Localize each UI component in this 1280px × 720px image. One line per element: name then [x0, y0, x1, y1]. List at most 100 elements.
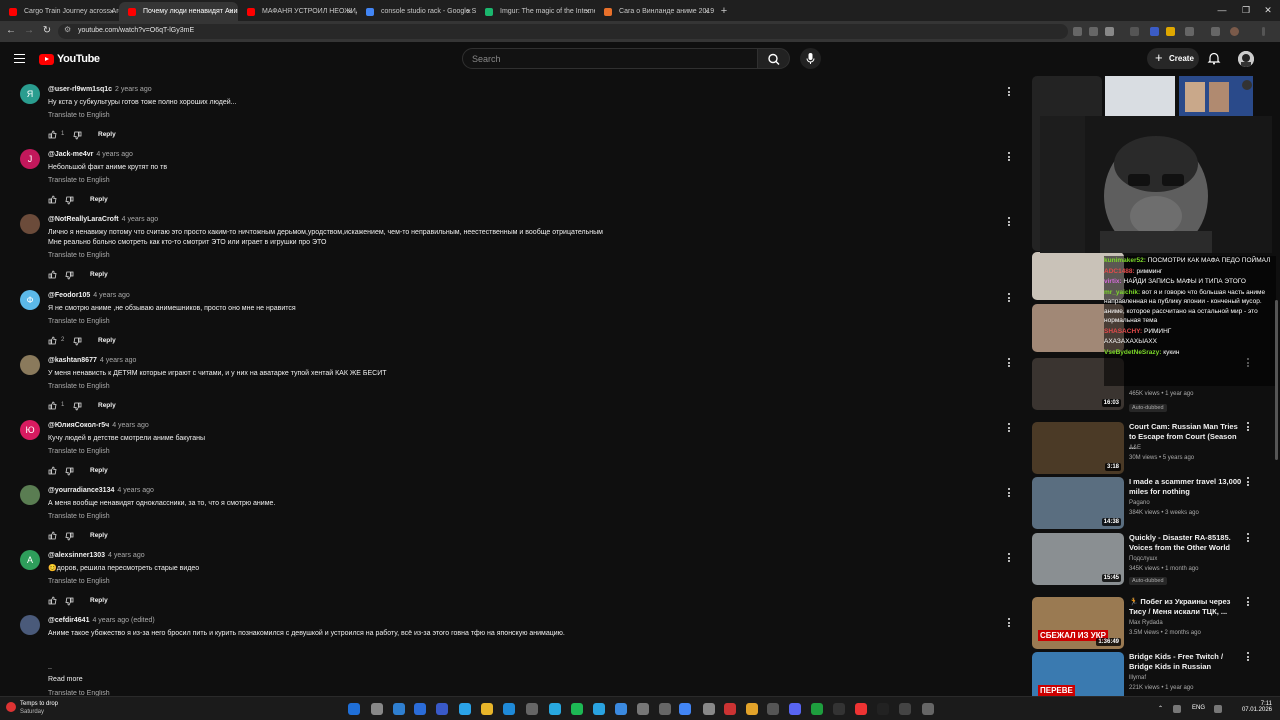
- language-indicator[interactable]: ENG: [1192, 705, 1205, 711]
- maximize-icon[interactable]: ❐: [1236, 0, 1256, 21]
- app-icon[interactable]: [703, 703, 715, 715]
- comment-author[interactable]: @NotReallyLaraCroft: [48, 216, 119, 223]
- tab-close-icon[interactable]: ×: [585, 2, 590, 21]
- reply-button[interactable]: Reply: [98, 131, 116, 138]
- comment-timestamp[interactable]: 4 years ago: [117, 487, 154, 494]
- download-icon[interactable]: [1211, 27, 1220, 36]
- scrollbar[interactable]: [1275, 300, 1278, 460]
- video-title[interactable]: Quickly - Disaster RA-85185. Voices from…: [1129, 533, 1244, 553]
- video-title[interactable]: Bridge Kids - Free Twitch / Bridge Kids …: [1129, 652, 1244, 672]
- avatar[interactable]: [20, 615, 40, 635]
- video-menu-icon[interactable]: [1245, 533, 1251, 545]
- app-icon[interactable]: [833, 703, 845, 715]
- browser-tab[interactable]: Сага о Винланде аниме 2019-... ×: [595, 2, 714, 21]
- translate-link[interactable]: Translate to English: [48, 383, 110, 390]
- chrome-icon[interactable]: [679, 703, 691, 715]
- spotify-icon[interactable]: [571, 703, 583, 715]
- translate-link[interactable]: Translate to English: [48, 513, 110, 520]
- folder-icon[interactable]: [481, 703, 493, 715]
- extension-icon[interactable]: [1150, 27, 1159, 36]
- translate-link[interactable]: Translate to English: [48, 448, 110, 455]
- reply-button[interactable]: Reply: [90, 271, 108, 278]
- avatar[interactable]: A: [20, 550, 40, 570]
- comment-menu-icon[interactable]: [1004, 617, 1014, 631]
- search-button[interactable]: [757, 48, 790, 69]
- translate-link[interactable]: Translate to English: [48, 318, 110, 325]
- app-icon[interactable]: [637, 703, 649, 715]
- comment-menu-icon[interactable]: [1004, 216, 1014, 230]
- zoom-icon[interactable]: [1073, 27, 1082, 36]
- browser-tab[interactable]: Почему люди ненавидят Аниме ×: [119, 2, 238, 21]
- app-icon[interactable]: [615, 703, 627, 715]
- comment-author[interactable]: @user-rl9wm1sq1c: [48, 86, 112, 93]
- url-field[interactable]: ⚙ youtube.com/watch?v=O6qT-lGy3mE: [58, 24, 1068, 39]
- tab-close-icon[interactable]: ×: [228, 2, 233, 21]
- avatar[interactable]: Ф: [20, 290, 40, 310]
- app-icon[interactable]: [436, 703, 448, 715]
- app-icon[interactable]: [724, 703, 736, 715]
- browser-tab[interactable]: Imgur: The magic of the Interne... ×: [476, 2, 595, 21]
- comment-author[interactable]: @ЮлияСокол-г5ч: [48, 422, 109, 429]
- reply-button[interactable]: Reply: [90, 597, 108, 604]
- comment-timestamp[interactable]: 4 years ago: [93, 292, 130, 299]
- avatar[interactable]: Ю: [20, 420, 40, 440]
- clock[interactable]: 7:11 07.01.2026: [1241, 701, 1272, 713]
- telegram-icon[interactable]: [549, 703, 561, 715]
- volume-icon[interactable]: [1214, 705, 1222, 713]
- task-view-icon[interactable]: [393, 703, 405, 715]
- app-icon[interactable]: [899, 703, 911, 715]
- discord-icon[interactable]: [789, 703, 801, 715]
- video-thumbnail[interactable]: СБЕЖАЛ ИЗ УКР 1:36:49: [1032, 597, 1124, 649]
- app-icon[interactable]: [922, 703, 934, 715]
- video-thumbnail[interactable]: 14:38: [1032, 477, 1124, 529]
- app-icon[interactable]: [811, 703, 823, 715]
- video-title[interactable]: I made a scammer travel 13,000 miles for…: [1129, 477, 1244, 497]
- video-thumbnail[interactable]: 15:45: [1032, 533, 1124, 585]
- comment-author[interactable]: @yourradiance3134: [48, 487, 114, 494]
- video-channel[interactable]: Pagano: [1129, 500, 1150, 506]
- comment-timestamp[interactable]: 4 years ago: [108, 552, 145, 559]
- comment-menu-icon[interactable]: [1004, 422, 1014, 436]
- tab-close-icon[interactable]: ×: [347, 2, 352, 21]
- translate-link[interactable]: Translate to English: [48, 252, 110, 259]
- translate-link[interactable]: Translate to English: [48, 177, 110, 184]
- avatar[interactable]: [20, 214, 40, 234]
- app-icon[interactable]: [659, 703, 671, 715]
- video-channel[interactable]: lllymaf: [1129, 675, 1146, 681]
- video-menu-icon[interactable]: [1245, 597, 1251, 609]
- avatar[interactable]: J: [20, 149, 40, 169]
- avatar[interactable]: [20, 355, 40, 375]
- comment-menu-icon[interactable]: [1004, 357, 1014, 371]
- translate-link[interactable]: Translate to English: [48, 578, 110, 585]
- comment-timestamp[interactable]: 4 years ago (edited): [92, 617, 154, 624]
- bookmark-star-icon[interactable]: [1105, 27, 1114, 36]
- comment-author[interactable]: @Jack-me4vr: [48, 151, 93, 158]
- tab-close-icon[interactable]: ×: [704, 2, 709, 21]
- comment-author[interactable]: @kashtan8677: [48, 357, 97, 364]
- reply-button[interactable]: Reply: [90, 467, 108, 474]
- video-thumbnail[interactable]: ПЕРЕВЕ: [1032, 652, 1124, 696]
- extension-icon[interactable]: [1130, 27, 1139, 36]
- app-icon[interactable]: [767, 703, 779, 715]
- video-title[interactable]: Court Cam: Russian Man Tries to Escape f…: [1129, 422, 1244, 452]
- app-icon[interactable]: [503, 703, 515, 715]
- video-card[interactable]: ПЕРЕВЕ Bridge Kids - Free Twitch / Bridge…: [1032, 652, 1280, 696]
- site-info-icon[interactable]: ⚙: [64, 25, 71, 34]
- tab-close-icon[interactable]: ×: [466, 2, 471, 21]
- tab-close-icon[interactable]: ×: [109, 2, 114, 21]
- comment-timestamp[interactable]: 4 years ago: [122, 216, 159, 223]
- video-title[interactable]: 🏃 Побег из Украины через Тису / Меня иск…: [1129, 597, 1244, 617]
- avatar[interactable]: Я: [20, 84, 40, 104]
- comment-author[interactable]: @cefdir4641: [48, 617, 89, 624]
- video-channel[interactable]: A&E: [1129, 445, 1141, 451]
- video-card[interactable]: 14:38 I made a scammer travel 13,000 mile…: [1032, 477, 1280, 529]
- video-card[interactable]: СБЕЖАЛ ИЗ УКР 1:36:49 🏃 Побег из Украины ч…: [1032, 597, 1280, 649]
- search-input[interactable]: [472, 52, 742, 65]
- video-menu-icon[interactable]: [1245, 422, 1251, 434]
- profile-icon[interactable]: [1230, 27, 1239, 36]
- network-icon[interactable]: [1173, 705, 1181, 713]
- comment-menu-icon[interactable]: [1004, 151, 1014, 165]
- search-icon[interactable]: [371, 703, 383, 715]
- comment-menu-icon[interactable]: [1004, 292, 1014, 306]
- menu-icon[interactable]: [1262, 27, 1265, 36]
